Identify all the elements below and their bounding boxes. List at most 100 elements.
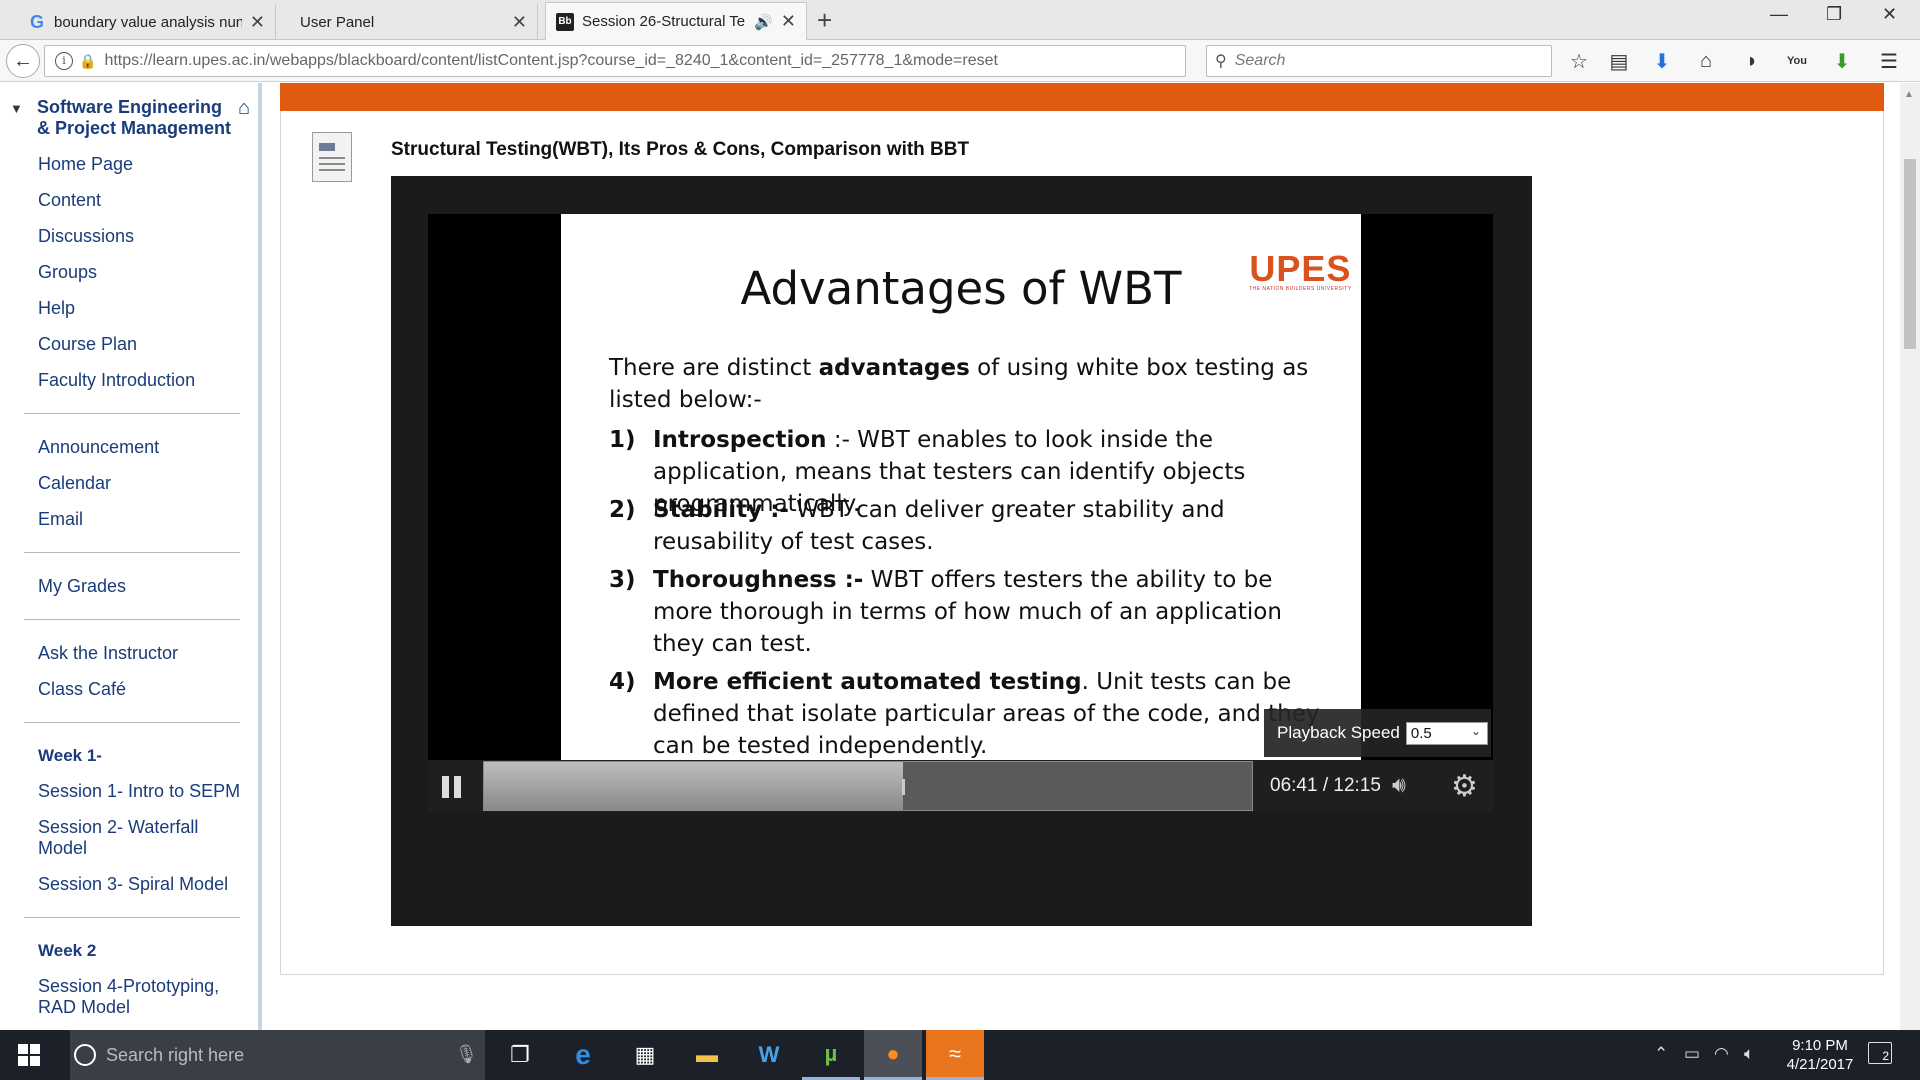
address-bar[interactable]: i 🔒 https://learn.upes.ac.in/webapps/bla…	[44, 45, 1222, 77]
notification-center-icon[interactable]: 2	[1868, 1042, 1892, 1064]
sidebar-item-my-grades[interactable]: My Grades	[38, 576, 126, 597]
scrollbar-thumb[interactable]	[1904, 159, 1916, 349]
course-home-icon[interactable]: ⌂	[238, 97, 250, 120]
slide-intro: There are distinct advantages of using w…	[609, 355, 1309, 413]
document-icon	[312, 132, 352, 182]
close-icon[interactable]: ✕	[512, 12, 527, 33]
sidebar-item-groups[interactable]: Groups	[38, 262, 97, 283]
windows-start-button[interactable]	[18, 1044, 40, 1066]
task-view-icon[interactable]: ❐	[491, 1030, 549, 1080]
sidebar-item-ask-instructor[interactable]: Ask the Instructor	[38, 643, 178, 664]
course-title[interactable]: Software Engineering & Project Managemen…	[37, 97, 237, 139]
page-scrollbar[interactable]: ▲	[1900, 83, 1920, 1030]
taskbar-clock[interactable]: 9:10 PM 4/21/2017	[1760, 1036, 1880, 1074]
battery-icon[interactable]: ▭	[1684, 1044, 1700, 1064]
sidebar-item-announcement[interactable]: Announcement	[38, 437, 159, 458]
playback-speed-select[interactable]: 0.5 ⌄	[1405, 721, 1488, 745]
search-bar[interactable]: ⚲ Search	[1206, 45, 1552, 77]
sidebar-heading-week1[interactable]: Week 1-	[38, 746, 102, 766]
sidebar-divider	[24, 917, 240, 918]
sidebar-item-calendar[interactable]: Calendar	[38, 473, 111, 494]
restore-button[interactable]: ❐	[1826, 4, 1842, 25]
sidebar-heading-week2[interactable]: Week 2	[38, 941, 96, 961]
home-icon[interactable]: ⌂	[1693, 48, 1719, 74]
close-icon[interactable]: ✕	[250, 12, 265, 33]
pause-button[interactable]	[442, 776, 464, 798]
sidebar-item-email[interactable]: Email	[38, 509, 83, 530]
sidebar-item-discussions[interactable]: Discussions	[38, 226, 134, 247]
settings-gear-icon[interactable]: ⚙	[1451, 769, 1478, 804]
clock-time: 9:10 PM	[1792, 1037, 1848, 1054]
sidebar-item-help[interactable]: Help	[38, 298, 75, 319]
slide-point-2: 2) Stability :- WBT can deliver greater …	[609, 497, 1225, 555]
minimize-button[interactable]: —	[1770, 4, 1788, 25]
sidebar-divider	[24, 413, 240, 414]
video-slide: Advantages of WBT UPES THE NATION BUILDE…	[561, 214, 1361, 760]
speaker-icon[interactable]: 🔊	[754, 13, 773, 31]
utorrent-icon[interactable]: µ	[802, 1030, 860, 1080]
clock-date: 4/21/2017	[1786, 1056, 1854, 1073]
lock-icon: 🔒	[79, 52, 97, 69]
word-app-icon[interactable]: W	[740, 1030, 798, 1080]
reader-list-icon[interactable]: ▤	[1606, 48, 1632, 74]
collapse-caret-icon[interactable]: ▼	[10, 101, 23, 116]
sidebar-item-class-cafe[interactable]: Class Café	[38, 679, 126, 700]
file-explorer-icon[interactable]: ▬	[678, 1030, 736, 1080]
progress-scrubber-handle[interactable]	[902, 779, 905, 795]
edge-browser-icon[interactable]: e	[554, 1030, 612, 1080]
pocket-icon[interactable]: ◗	[1739, 48, 1765, 74]
content-item-title[interactable]: Structural Testing(WBT), Its Pros & Cons…	[391, 139, 969, 161]
google-icon: G	[29, 11, 44, 32]
store-icon[interactable]: ▦	[616, 1030, 674, 1080]
taskbar-search-box[interactable]: Search right here	[70, 1030, 485, 1080]
url-text[interactable]: https://learn.upes.ac.in/webapps/blackbo…	[104, 52, 998, 70]
sidebar-item-session-1[interactable]: Session 1- Intro to SEPM	[38, 781, 240, 802]
tab-label: Session 26-Structural Te	[582, 13, 746, 30]
bookmark-star-icon[interactable]: ☆	[1566, 48, 1592, 74]
window-close-button[interactable]: ✕	[1882, 4, 1897, 25]
youtube-icon[interactable]: You	[1784, 48, 1810, 74]
tab-user-panel[interactable]: User Panel ✕	[282, 4, 538, 40]
chevron-down-icon: ⌄	[1470, 723, 1481, 738]
browser-tab-strip: G boundary value analysis nun ✕ User Pan…	[0, 0, 1920, 40]
slide-point-4: 4) More efficient automated testing. Uni…	[609, 669, 1320, 759]
slide-title: Advantages of WBT	[740, 262, 1182, 315]
sidebar-item-session-4[interactable]: Session 4-Prototyping, RAD Model	[38, 976, 238, 1018]
blackboard-icon: Bb	[556, 12, 574, 31]
info-icon[interactable]: i	[55, 52, 73, 70]
slide-point-3: 3) Thoroughness :- WBT offers testers th…	[609, 567, 1282, 657]
sidebar-item-home-page[interactable]: Home Page	[38, 154, 133, 175]
close-icon[interactable]: ✕	[781, 11, 796, 32]
sidebar-divider	[24, 552, 240, 553]
wifi-icon[interactable]: ◠	[1714, 1044, 1729, 1064]
search-placeholder: Search	[1234, 52, 1286, 69]
sidebar-divider	[24, 619, 240, 620]
speaker-tray-icon[interactable]: 🔈︎	[1744, 1044, 1754, 1064]
video-progress-bar[interactable]	[483, 761, 1253, 811]
downloader-addon-icon[interactable]: ⬇	[1829, 48, 1855, 74]
playback-speed-label: Playback Speed	[1277, 723, 1400, 742]
browser-navbar: ← i 🔒 https://learn.upes.ac.in/webapps/b…	[0, 40, 1920, 82]
content-header-bar	[280, 83, 1884, 111]
sidebar-item-course-plan[interactable]: Course Plan	[38, 334, 137, 355]
sidebar-item-faculty-introduction[interactable]: Faculty Introduction	[38, 370, 195, 391]
sidebar-item-content[interactable]: Content	[38, 190, 101, 211]
playback-speed-panel: Playback Speed 0.5 ⌄	[1264, 709, 1491, 757]
tab-boundary-value[interactable]: G boundary value analysis nun ✕	[18, 4, 276, 40]
microphone-icon[interactable]: 🎙︎	[455, 1044, 478, 1065]
back-button[interactable]: ←	[6, 44, 40, 78]
sidebar-item-session-2[interactable]: Session 2- Waterfall Model	[38, 817, 238, 859]
tray-expand-icon[interactable]: ⌃	[1654, 1044, 1668, 1064]
time-display: 06:41 / 12:15	[1270, 775, 1381, 796]
sidebar-item-session-3[interactable]: Session 3- Spiral Model	[38, 874, 228, 895]
upes-logo: UPES THE NATION BUILDERS UNIVERSITY	[1249, 248, 1352, 293]
volume-icon[interactable]: 🔊︎	[1392, 772, 1406, 798]
download-icon[interactable]: ⬇	[1649, 48, 1675, 74]
tab-session-26[interactable]: Bb Session 26-Structural Te 🔊 ✕	[545, 2, 807, 40]
menu-icon[interactable]: ☰	[1876, 48, 1902, 74]
wifi-hotspot-app-icon[interactable]: ≈	[926, 1030, 984, 1080]
new-tab-button[interactable]: +	[817, 4, 832, 36]
firefox-icon[interactable]: ●	[864, 1030, 922, 1080]
tab-label: boundary value analysis nun	[54, 13, 242, 31]
windows-taskbar: Search right here 🎙︎ ❐ e ▦ ▬ W µ ● ≈ ⌃ ▭…	[0, 1030, 1920, 1080]
